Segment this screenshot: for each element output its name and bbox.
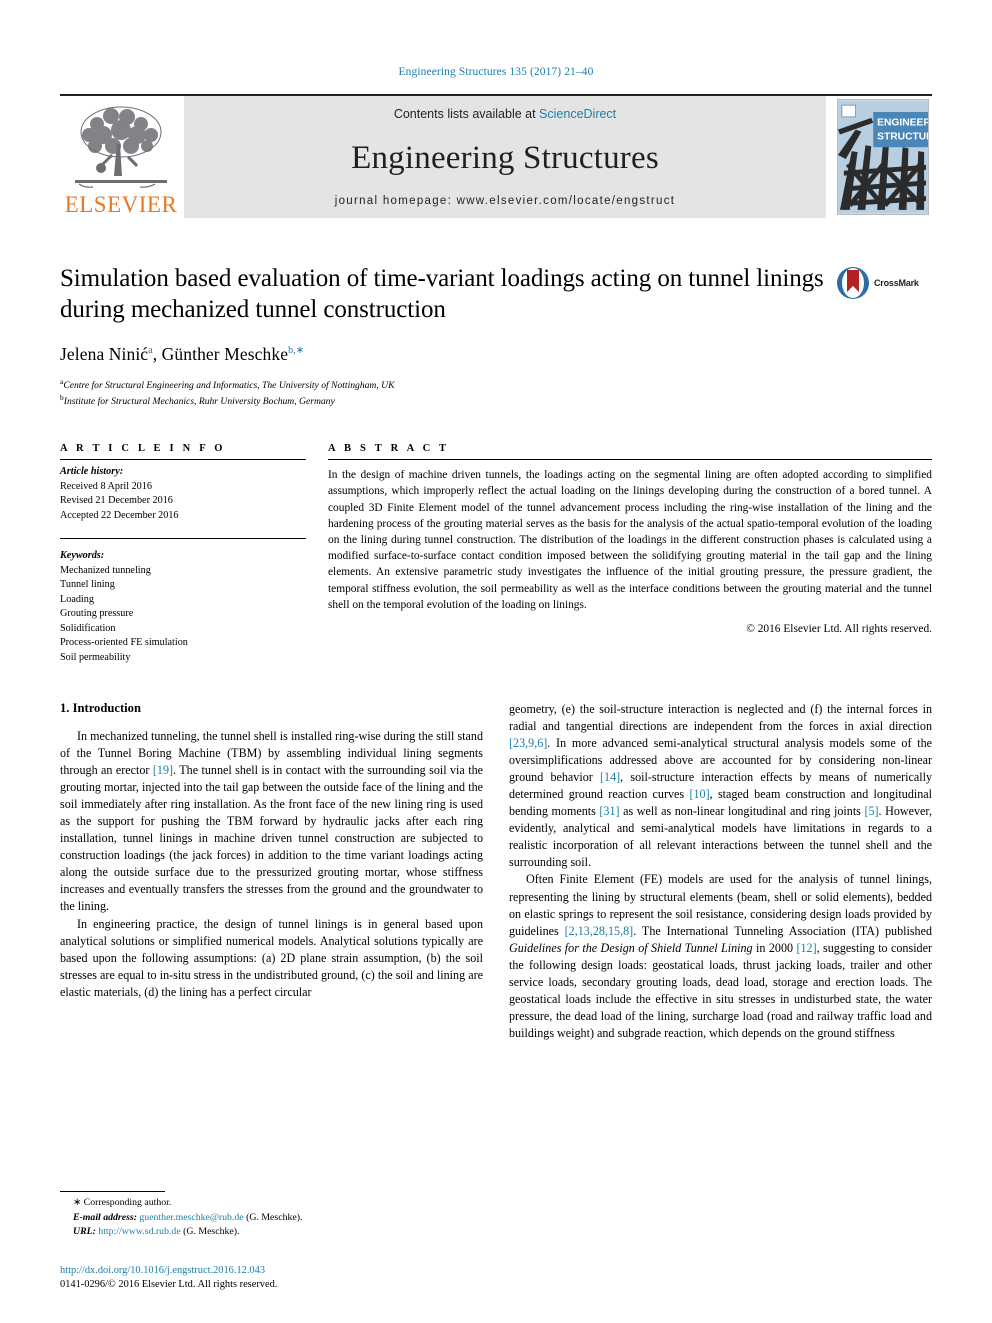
history-item: Accepted 22 December 2016 <box>60 509 179 521</box>
section-heading-introduction: 1. Introduction <box>60 701 141 715</box>
corresponding-author-line: ∗ Corresponding author. <box>60 1196 494 1210</box>
keyword-item: Solidification <box>60 622 116 634</box>
url-label: URL: <box>73 1225 96 1237</box>
masthead-band: Contents lists available at ScienceDirec… <box>184 96 826 218</box>
abstract-text: In the design of machine driven tunnels,… <box>328 469 932 611</box>
email-link[interactable]: guenther.meschke@rub.de <box>139 1212 243 1223</box>
abstract-heading: A B S T R A C T <box>328 443 450 455</box>
corresponding-author-marker: ∗ <box>73 1197 82 1209</box>
corresponding-author-footnote: ∗ Corresponding author. E-mail address: … <box>60 1191 494 1239</box>
keyword-item: Soil permeability <box>60 651 131 663</box>
affiliation-list: aCentre for Structural Engineering and I… <box>60 377 824 409</box>
sciencedirect-link[interactable]: ScienceDirect <box>539 107 616 121</box>
footnote-rule <box>60 1191 165 1193</box>
svg-text:STRUCTURES: STRUCTURES <box>877 131 929 142</box>
doi-link[interactable]: http://dx.doi.org/10.1016/j.engstruct.20… <box>60 1264 277 1279</box>
paragraph: Often Finite Element (FE) models are use… <box>509 872 933 1040</box>
article-history-label: Article history: <box>60 466 124 478</box>
history-item: Revised 21 December 2016 <box>60 495 173 507</box>
email-suffix: (G. Meschke). <box>246 1211 303 1223</box>
paper-page: Engineering Structures 135 (2017) 21–40 <box>0 0 992 1323</box>
keyword-item: Loading <box>60 593 94 605</box>
affiliation-a: aCentre for Structural Engineering and I… <box>60 377 395 392</box>
email-label: E-mail address: <box>73 1211 137 1223</box>
url-link[interactable]: http://www.sd.rub.de <box>98 1226 180 1237</box>
svg-text:ENGINEERING: ENGINEERING <box>877 118 929 129</box>
right-column: geometry, (e) the soil-structure interac… <box>509 701 932 1042</box>
journal-homepage-link[interactable]: journal homepage: www.elsevier.com/locat… <box>335 195 676 207</box>
elsevier-tree-icon <box>75 106 167 188</box>
journal-cover-image: ENGINEERING STRUCTURES <box>837 99 929 215</box>
url-suffix: (G. Meschke). <box>183 1225 240 1237</box>
keyword-item: Grouting pressure <box>60 608 134 620</box>
paragraph: In engineering practice, the design of t… <box>60 916 483 999</box>
article-history-block: Article history: Received 8 April 2016 R… <box>60 460 306 523</box>
paragraph: geometry, (e) the soil-structure interac… <box>509 702 933 870</box>
contents-available-line: Contents lists available at ScienceDirec… <box>394 107 616 121</box>
keywords-rule <box>60 538 306 540</box>
crossmark-label: CrossMark <box>874 278 919 288</box>
issn-copyright-line: 0141-0296/© 2016 Elsevier Ltd. All right… <box>60 1279 278 1291</box>
abstract-copyright: © 2016 Elsevier Ltd. All rights reserved… <box>746 622 932 635</box>
journal-title: Engineering Structures <box>351 139 659 176</box>
keyword-item: Mechanized tunneling <box>60 564 151 576</box>
author-list: Jelena Ninića, Günther Meschkeb,∗ <box>60 344 305 364</box>
doi-block: http://dx.doi.org/10.1016/j.engstruct.20… <box>60 1264 277 1293</box>
paragraph: In mechanized tunneling, the tunnel shel… <box>60 729 483 914</box>
title-block: Simulation based evaluation of time-vari… <box>60 264 932 409</box>
keyword-item: Tunnel lining <box>60 579 115 591</box>
keywords-block: Keywords: Mechanized tunneling Tunnel li… <box>60 544 306 665</box>
email-line: E-mail address: guenther.meschke@rub.de … <box>60 1211 494 1225</box>
corresponding-author-text: Corresponding author. <box>83 1197 172 1209</box>
article-info-column: A R T I C L E I N F O Article history: R… <box>60 443 306 665</box>
affiliation-a-text: Centre for Structural Engineering and In… <box>63 380 395 392</box>
page-title: Simulation based evaluation of time-vari… <box>60 265 824 323</box>
abstract-column: A B S T R A C T In the design of machine… <box>328 443 932 665</box>
running-head: Engineering Structures 135 (2017) 21–40 <box>398 66 594 78</box>
crossmark-icon <box>837 267 869 299</box>
body-columns: 1. Introduction In mechanized tunneling,… <box>60 701 932 1042</box>
info-abstract-row: A R T I C L E I N F O Article history: R… <box>60 443 932 665</box>
history-item: Received 8 April 2016 <box>60 480 152 492</box>
journal-cover-thumbnail: ENGINEERING STRUCTURES <box>834 96 932 218</box>
url-line: URL: http://www.sd.rub.de (G. Meschke). <box>60 1225 494 1239</box>
keywords-label: Keywords: <box>60 550 105 562</box>
journal-masthead: ELSEVIER Contents lists available at Sci… <box>60 94 932 218</box>
affiliation-b: bInstitute for Structural Mechanics, Ruh… <box>60 393 335 408</box>
affiliation-b-text: Institute for Structural Mechanics, Ruhr… <box>63 396 335 408</box>
crossmark-badge[interactable]: CrossMark <box>836 264 932 300</box>
keyword-item: Process-oriented FE simulation <box>60 637 188 649</box>
contents-prefix: Contents lists available at <box>393 107 540 121</box>
left-column: 1. Introduction In mechanized tunneling,… <box>60 701 483 1042</box>
elsevier-wordmark: ELSEVIER <box>64 192 178 217</box>
elsevier-logo: ELSEVIER <box>60 96 182 218</box>
article-info-heading: A R T I C L E I N F O <box>60 443 226 455</box>
